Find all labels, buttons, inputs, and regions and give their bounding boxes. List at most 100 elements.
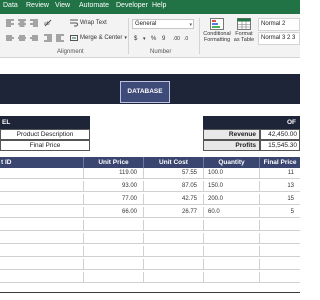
table-cell[interactable] — [144, 220, 204, 231]
table-cell[interactable] — [260, 220, 300, 231]
percent-button[interactable]: % — [151, 36, 156, 42]
menu-data[interactable]: Data — [3, 2, 18, 9]
table-cell-unit-cost[interactable]: 57.55 — [144, 168, 204, 179]
comma-button[interactable]: 9 — [162, 36, 165, 42]
table-cell[interactable] — [0, 233, 84, 244]
wrap-text-label: Wrap Text — [80, 20, 107, 26]
table-cell-quantity[interactable]: 150.0 — [204, 181, 260, 192]
table-cell[interactable] — [204, 259, 260, 270]
menu-developer[interactable]: Developer — [116, 2, 148, 9]
wrap-text-icon — [70, 19, 78, 27]
table-row: 77.00 42.75 200.0 15 — [0, 194, 300, 205]
table-cell[interactable] — [0, 246, 84, 257]
table-cell[interactable] — [0, 220, 84, 231]
menu-view[interactable]: View — [55, 2, 70, 9]
table-cell[interactable] — [144, 233, 204, 244]
align-left-icon[interactable] — [6, 19, 14, 27]
wrap-text-button[interactable]: Wrap Text — [70, 19, 107, 27]
indent-icon[interactable] — [44, 34, 52, 42]
chevron-down-icon: ▾ — [189, 22, 192, 28]
menu-bar: Data Review View Automate Developer Help — [0, 0, 300, 14]
table-cell-unit-price[interactable]: 77.00 — [84, 194, 144, 205]
merge-center-button[interactable]: Merge & Center ▾ — [70, 34, 127, 42]
revenue-value: 42,450.00 — [260, 129, 300, 140]
menu-help[interactable]: Help — [152, 2, 166, 9]
number-format-value: General — [135, 21, 157, 27]
align-center-icon[interactable] — [18, 19, 26, 27]
align-middle-icon[interactable] — [18, 34, 26, 42]
chevron-down-icon[interactable]: ▾ — [124, 35, 127, 41]
menu-automate[interactable]: Automate — [79, 2, 109, 9]
table-cell-id[interactable] — [0, 207, 84, 218]
revenue-label: Revenue — [203, 129, 260, 140]
empty-table-row — [0, 233, 300, 244]
table-cell[interactable] — [260, 272, 300, 283]
menu-review[interactable]: Review — [26, 2, 49, 9]
conditional-formatting-button[interactable]: Conditional Formatting — [202, 18, 232, 43]
table-cell-final-price[interactable]: 5 — [260, 207, 300, 218]
currency-button[interactable]: $ — [134, 36, 137, 42]
table-cell-id[interactable] — [0, 194, 84, 205]
column-header-unit-cost[interactable]: Unit Cost — [144, 157, 204, 168]
table-cell[interactable] — [260, 259, 300, 270]
outdent-icon[interactable] — [56, 34, 64, 42]
table-cell[interactable] — [204, 246, 260, 257]
table-cell[interactable] — [260, 233, 300, 244]
align-justify-icon[interactable] — [30, 34, 38, 42]
table-cell-id[interactable] — [0, 181, 84, 192]
table-cell-unit-price[interactable]: 93.00 — [84, 181, 144, 192]
database-button[interactable]: DATABASE — [120, 81, 170, 103]
table-cell-id[interactable] — [0, 168, 84, 179]
cell-style-normal-3-2-3[interactable]: Normal 3 2 3 — [258, 32, 300, 45]
table-cell-final-price[interactable]: 11 — [260, 168, 300, 179]
empty-table-row — [0, 220, 300, 231]
number-format-dropdown[interactable]: General ▾ — [132, 19, 194, 29]
table-cell-unit-cost[interactable]: 26.77 — [144, 207, 204, 218]
table-cell[interactable] — [144, 272, 204, 283]
format-as-table-button[interactable]: Format as Table — [233, 18, 255, 43]
table-cell-unit-price[interactable]: 119.00 — [84, 168, 144, 179]
svg-text:ab: ab — [44, 21, 50, 27]
table-cell-unit-cost[interactable]: 87.05 — [144, 181, 204, 192]
table-cell[interactable] — [204, 272, 260, 283]
merge-center-icon — [70, 35, 78, 41]
table-cell[interactable] — [0, 272, 84, 283]
table-cell[interactable] — [144, 246, 204, 257]
align-bottom-left-icon[interactable] — [6, 34, 14, 42]
table-cell-final-price[interactable]: 15 — [260, 194, 300, 205]
column-header-unit-price[interactable]: Unit Price — [84, 157, 144, 168]
table-cell-unit-cost[interactable]: 42.75 — [144, 194, 204, 205]
align-right-icon[interactable] — [30, 19, 38, 27]
table-cell-unit-price[interactable]: 66.00 — [84, 207, 144, 218]
table-cell[interactable] — [84, 220, 144, 231]
table-cell[interactable] — [84, 272, 144, 283]
table-cell-quantity[interactable]: 60.0 — [204, 207, 260, 218]
profits-label: Profits — [203, 140, 260, 151]
conditional-formatting-icon — [210, 18, 224, 30]
table-cell[interactable] — [84, 259, 144, 270]
decrease-decimal-button[interactable]: .0 — [184, 36, 188, 42]
group-divider — [199, 18, 200, 54]
table-cell[interactable] — [144, 259, 204, 270]
increase-decimal-button[interactable]: .00 — [173, 36, 180, 42]
right-panel-header: OF — [203, 116, 300, 129]
conditional-formatting-label: Conditional Formatting — [203, 31, 231, 43]
column-header-final-price[interactable]: Final Price — [260, 157, 300, 168]
column-header-quantity[interactable]: Quantity — [204, 157, 260, 168]
ribbon: ab Wrap Text Merge & Center ▾ Alignment … — [0, 14, 300, 58]
table-cell[interactable] — [84, 246, 144, 257]
table-cell[interactable] — [204, 220, 260, 231]
table-row: 119.00 57.55 100.0 11 — [0, 168, 300, 179]
table-cell-quantity[interactable]: 100.0 — [204, 168, 260, 179]
table-cell-final-price[interactable]: 13 — [260, 181, 300, 192]
orientation-icon[interactable]: ab — [44, 19, 52, 27]
table-cell-quantity[interactable]: 200.0 — [204, 194, 260, 205]
profits-value: 15,545.30 — [260, 140, 300, 151]
column-header-product-id[interactable]: t ID — [0, 157, 84, 168]
cell-style-normal-2[interactable]: Normal 2 — [258, 18, 300, 31]
table-cell[interactable] — [204, 233, 260, 244]
chevron-down-icon[interactable]: ▾ — [143, 36, 146, 42]
table-cell[interactable] — [84, 233, 144, 244]
table-cell[interactable] — [0, 259, 84, 270]
table-cell[interactable] — [260, 246, 300, 257]
